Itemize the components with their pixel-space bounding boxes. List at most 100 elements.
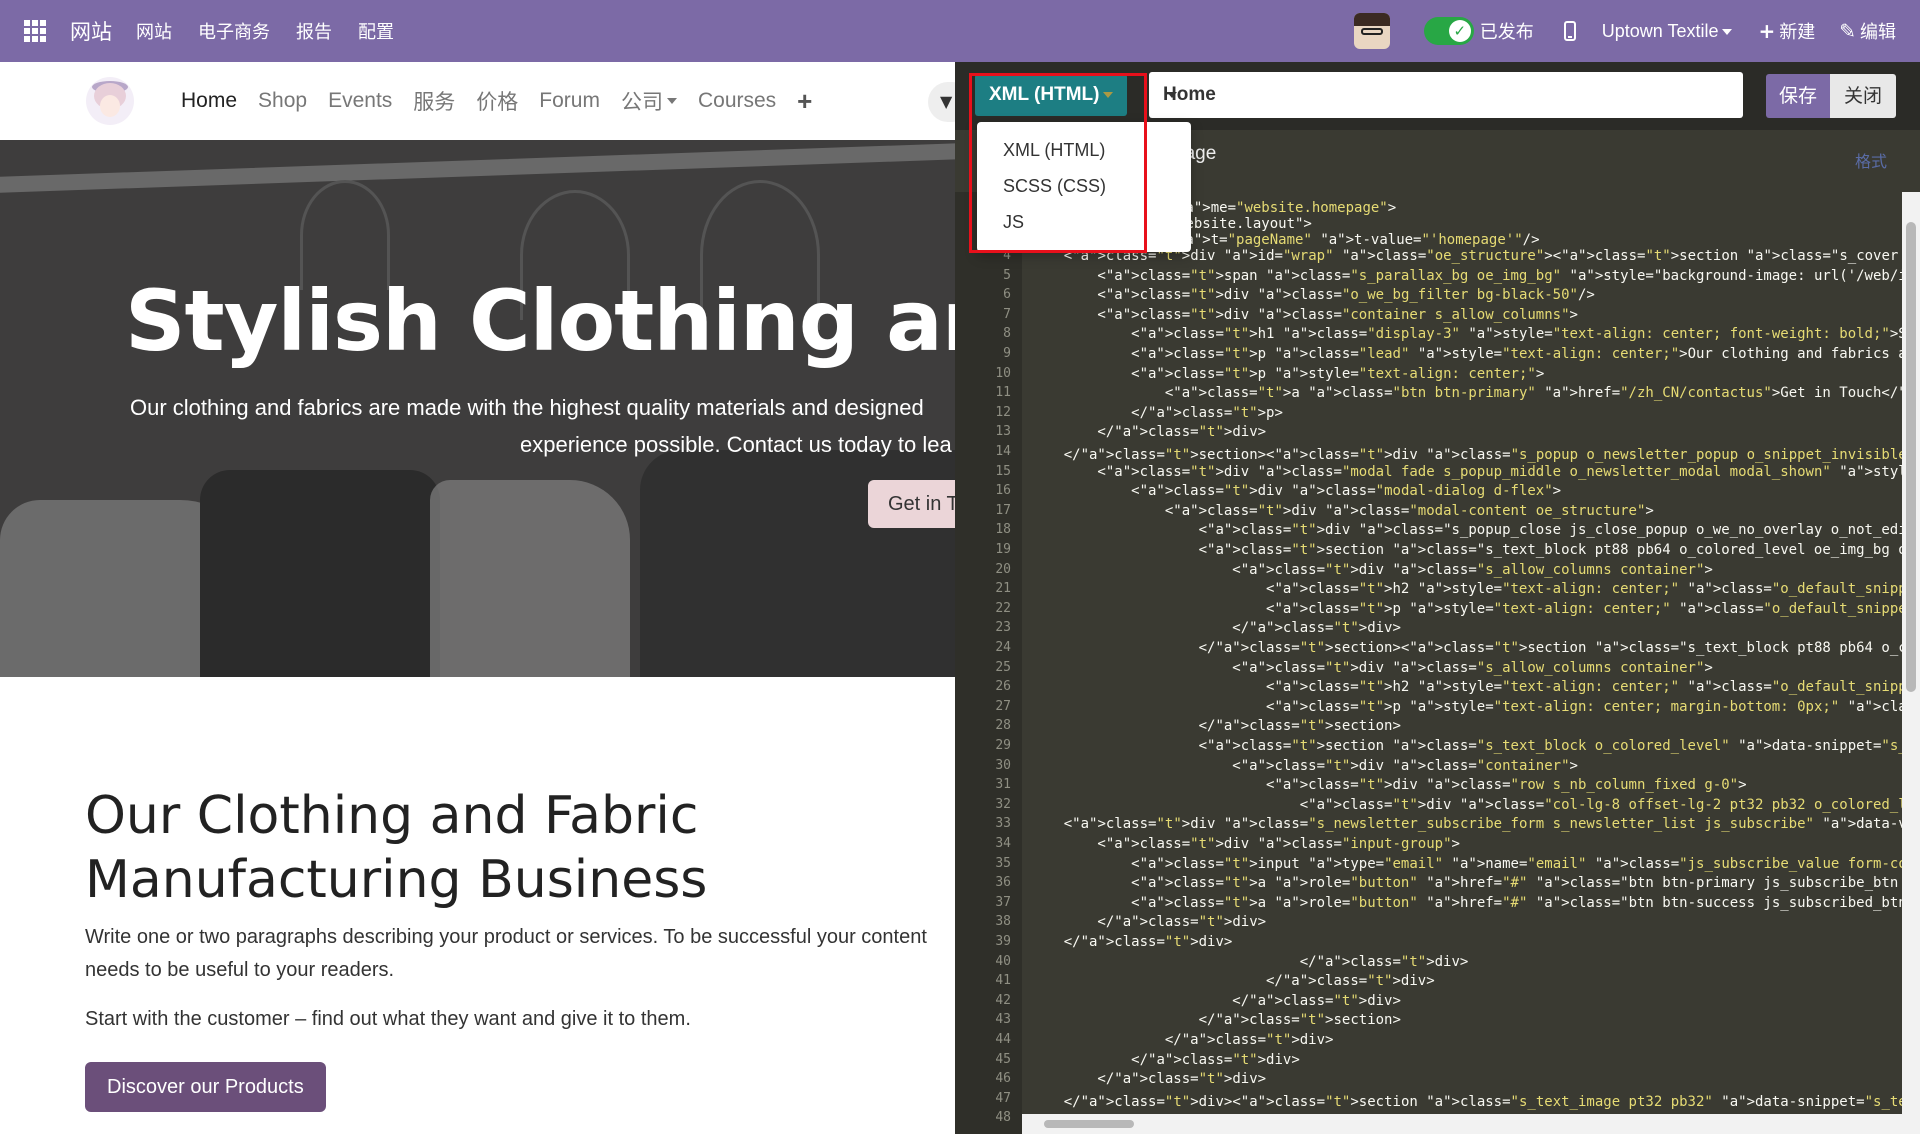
line-number: 16 [995, 483, 1011, 499]
line-number: 5 [1003, 267, 1011, 283]
code-line: </"a">class="t">div> [1030, 424, 1267, 441]
edit-button[interactable]: ✎ 编辑 [1839, 18, 1896, 44]
menu-ecommerce[interactable]: 电子商务 [198, 18, 270, 44]
scrollbar-thumb[interactable] [1906, 222, 1916, 692]
line-number: 8 [1003, 326, 1011, 342]
app-brand[interactable]: 网站 [70, 16, 112, 46]
code-line: <"a">class="t">span "a">class="s_paralla… [1030, 267, 1902, 284]
nav-home[interactable]: Home [181, 89, 237, 113]
add-menu-plus-icon[interactable]: + [797, 86, 812, 117]
save-button[interactable]: 保存 [1766, 74, 1830, 118]
topbar-right: ✓ 已发布 Uptown Textile + 新建 ✎ 编辑 [1353, 0, 1920, 62]
code-line: <"a">class="t">div "a">class="input-grou… [1030, 836, 1460, 852]
code-line: <"a">class="t">p "a">style="text-align: … [1030, 365, 1545, 382]
nav-company-label: 公司 [620, 91, 663, 114]
code-line: <"a">class="t">div "a">class="modal-dial… [1030, 483, 1562, 500]
site-logo[interactable] [86, 77, 134, 125]
code-line: <"a">class="t">a "a">role="button" "a">h… [1030, 894, 1902, 911]
line-number: 32 [995, 796, 1011, 812]
line-number: 21 [995, 581, 1011, 597]
code-line: <"a">class="t">h1 "a">class="display-3" … [1030, 326, 1902, 343]
section-paragraph-1: Write one or two paragraphs describing y… [85, 926, 927, 981]
nav-courses[interactable]: Courses [698, 89, 776, 113]
code-line: </"a">class="t">div> [1030, 1032, 1334, 1048]
line-number: 41 [995, 973, 1011, 989]
section-title: Our Clothing and Fabric Manufacturing Bu… [85, 784, 707, 912]
published-label: 已发布 [1479, 22, 1534, 43]
line-number: 15 [995, 463, 1011, 479]
code-line: <"a">class="t">div "a">class="modal fade… [1030, 463, 1902, 480]
line-number: 35 [995, 855, 1011, 871]
view-select[interactable]: Home [1149, 72, 1743, 118]
line-number: 6 [1003, 287, 1011, 303]
scrollbar-thumb[interactable] [1044, 1120, 1134, 1128]
nav-forum[interactable]: Forum [539, 89, 600, 113]
company-switcher[interactable]: Uptown Textile [1602, 21, 1733, 42]
code-line: <"a">class="t">section "a">class="s_text… [1030, 738, 1902, 754]
cart-icon: ▼ [940, 92, 953, 111]
hero-lead-line-1: Our clothing and fabrics are made with t… [130, 395, 924, 420]
nav-shop[interactable]: Shop [258, 89, 307, 113]
website-preview: Home Shop Events 服务 价格 Forum 公司 Courses … [0, 62, 955, 1134]
line-number: 29 [995, 738, 1011, 753]
line-number: 42 [995, 992, 1011, 1008]
apps-grid-icon[interactable] [0, 0, 70, 62]
section-paragraph-2: Start with the customer – find out what … [85, 1008, 691, 1030]
line-number: 39 [995, 934, 1011, 949]
nav-company[interactable]: 公司 [621, 86, 677, 116]
code-line: <"a">class="t">div "a">class="modal-cont… [1030, 502, 1654, 519]
cart-button[interactable]: ▼ [928, 82, 955, 122]
code-line: <"a">class="t">div "a">class="s_newslett… [1030, 816, 1902, 833]
nav-services[interactable]: 服务 [413, 86, 455, 116]
code-line: <"a">class="t">h2 "a">style="text-align:… [1030, 581, 1902, 598]
vertical-scrollbar[interactable] [1902, 192, 1920, 1134]
new-button[interactable]: + 新建 [1758, 18, 1815, 44]
nav-pricing[interactable]: 价格 [476, 86, 518, 116]
code-line: </"a">class="t">div> [1030, 973, 1435, 990]
mobile-preview-icon[interactable] [1563, 21, 1576, 41]
format-button[interactable]: 格式 [1855, 148, 1887, 172]
plus-icon: + [1758, 19, 1776, 43]
line-number: 30 [995, 757, 1011, 773]
line-number: 7 [1003, 306, 1011, 322]
code-line: </"a">class="t">div> [1030, 934, 1233, 950]
menu-reports[interactable]: 报告 [296, 18, 332, 44]
chevron-down-icon [1722, 28, 1733, 35]
hero-title: Stylish Clothing and [125, 272, 955, 370]
section-title-line-2: Manufacturing Business [85, 850, 708, 910]
code-line: <"a">class="t">div "a">class="s_allow_co… [1030, 561, 1713, 578]
code-line: </"a">class="t">div><"a">class="t">secti… [1030, 1093, 1902, 1110]
line-number: 19 [995, 542, 1011, 557]
publish-toggle[interactable]: ✓ [1423, 17, 1474, 45]
line-number: 27 [995, 698, 1011, 714]
code-area[interactable]: "a">me="website.homepage">website.layout… [1022, 192, 1902, 1122]
code-line: </"a">class="t">section><"a">class="t">s… [1030, 640, 1902, 656]
line-number: 43 [995, 1012, 1011, 1028]
close-button[interactable]: 关闭 [1830, 74, 1896, 118]
section-title-line-1: Our Clothing and Fabric [85, 786, 699, 846]
user-avatar[interactable] [1353, 13, 1390, 49]
line-number: 14 [995, 444, 1011, 459]
get-in-touch-button[interactable]: Get in T [868, 480, 955, 528]
line-number: 33 [995, 816, 1011, 832]
code-line: <"a">class="t">div "a">class="s_popup_cl… [1030, 522, 1902, 539]
line-number: 13 [995, 424, 1011, 440]
hero-lead: Our clothing and fabrics are made with t… [130, 389, 955, 463]
horizontal-scrollbar[interactable] [1022, 1114, 1902, 1134]
code-line: <"a">class="t">p "a">class="lead" "a">st… [1030, 346, 1902, 362]
pencil-icon: ✎ [1839, 19, 1856, 43]
hero-cover-section: Stylish Clothing and Our clothing and fa… [0, 140, 955, 677]
line-number: 11 [995, 385, 1011, 401]
nav-events[interactable]: Events [328, 89, 392, 113]
code-line: <"a">class="t">div "a">class="s_allow_co… [1030, 659, 1713, 676]
line-number: 24 [995, 640, 1011, 655]
code-line: <"a">class="t">a "a">role="button" "a">h… [1030, 875, 1899, 892]
menu-website[interactable]: 网站 [136, 18, 172, 44]
line-number: 44 [995, 1032, 1011, 1047]
line-number: 47 [995, 1090, 1011, 1106]
red-highlight-annotation [969, 73, 1147, 253]
menu-configuration[interactable]: 配置 [358, 18, 394, 44]
discover-products-button[interactable]: Discover our Products [85, 1062, 326, 1112]
edit-label: 编辑 [1860, 22, 1896, 43]
code-line: </"a">class="t">div> [1030, 1071, 1267, 1088]
